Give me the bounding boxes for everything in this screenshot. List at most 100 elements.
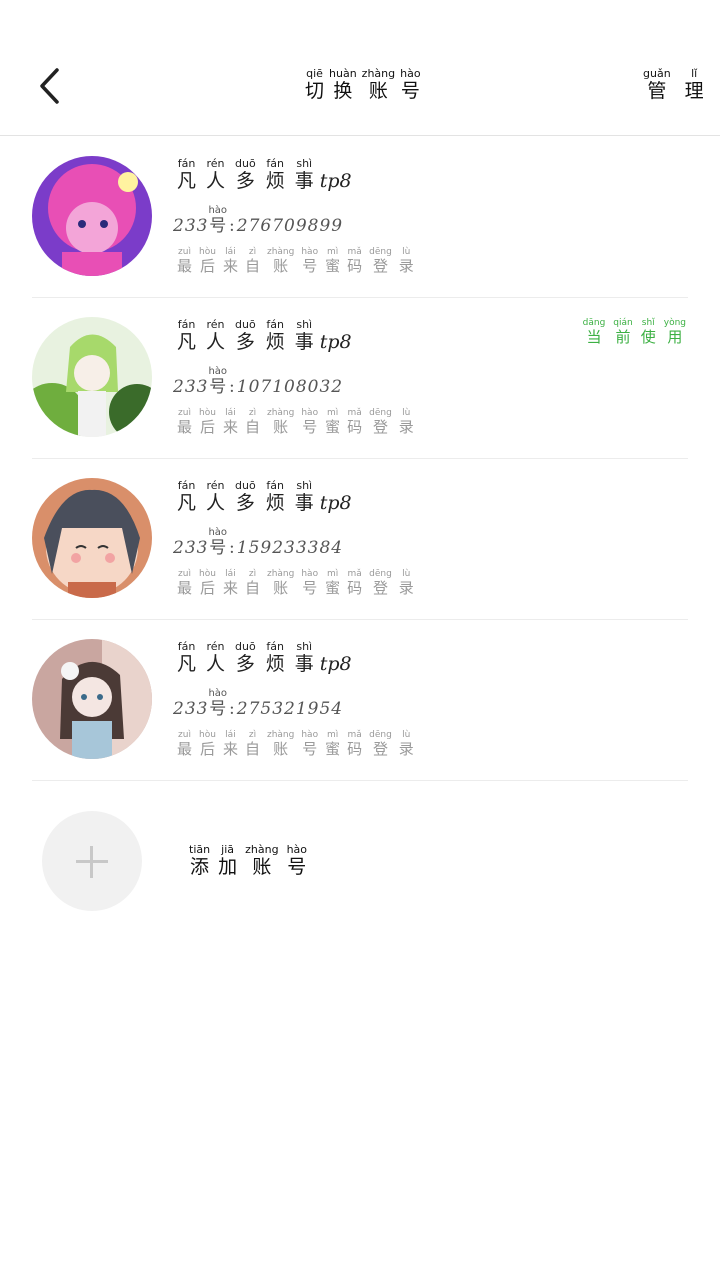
last-login-hint-char: hòu 后 (199, 730, 216, 758)
title-char: qiē 切 (305, 67, 325, 102)
last-login-hint-char: hòu 后 (199, 408, 216, 436)
uid-colon: : (229, 538, 235, 558)
uid-label-char: hào 号 (208, 366, 228, 397)
current-badge-char: dāng 当 (582, 318, 606, 346)
current-badge-char: qián 前 (613, 318, 633, 346)
account-name-char: duō 多 (235, 479, 256, 514)
last-login-hint-char: hào 号 (301, 569, 319, 597)
title-char: hào 号 (400, 67, 421, 102)
manage-char: guǎn 管 (643, 67, 671, 102)
account-name-char: fán 烦 (265, 157, 285, 192)
last-login-hint-char: zhàng 账 (266, 247, 295, 275)
account-name: fán 凡 rén 人 duō 多 fán 烦 shì 事 tp8 (177, 319, 352, 352)
last-login-hint-char: zì 自 (244, 408, 260, 436)
last-login-hint-char: zuì 最 (177, 569, 193, 597)
add-account-label: tiān 添 jiā 加 zhàng 账 hào 号 (189, 844, 315, 877)
account-row[interactable]: fán 凡 rén 人 duō 多 fán 烦 shì 事 tp8 233 hào 号 : 1071… (32, 298, 688, 459)
account-name-suffix: tp8 (319, 331, 352, 353)
account-row[interactable]: fán 凡 rén 人 duō 多 fán 烦 shì 事 tp8 233 hào 号 : 2753… (32, 620, 688, 781)
last-login-hint-char: lù 录 (398, 569, 414, 597)
account-name-char: fán 凡 (177, 479, 197, 514)
manage-button[interactable]: guǎn 管 lǐ 理 (643, 68, 718, 101)
account-name-char: rén 人 (206, 157, 226, 192)
avatar-image (32, 639, 152, 759)
avatar (32, 478, 152, 598)
uid-prefix: 233 (173, 538, 209, 558)
uid-value: 275321954 (236, 699, 344, 719)
last-login-hint-char: dēng 登 (369, 569, 392, 597)
account-row[interactable]: fán 凡 rén 人 duō 多 fán 烦 shì 事 tp8 233 hào 号 : 2767… (32, 137, 688, 298)
account-uid: 233 hào 号 : 159233384 (173, 528, 343, 557)
last-login-hint-char: dēng 登 (369, 408, 392, 436)
last-login-hint-char: zhàng 账 (266, 408, 295, 436)
account-name-suffix: tp8 (319, 170, 352, 192)
last-login-hint-char: lái 来 (222, 569, 238, 597)
last-login-hint-char: lù 录 (398, 730, 414, 758)
last-login-hint-char: zuì 最 (177, 408, 193, 436)
last-login-hint-char: mǎ 码 (347, 730, 363, 758)
uid-prefix: 233 (173, 377, 209, 397)
avatar-image (32, 317, 152, 437)
uid-label-char: hào 号 (208, 688, 228, 719)
account-name-char: shì 事 (294, 479, 314, 514)
header-bar: qiē 切 huàn 换 zhàng 账 hào 号 guǎn 管 lǐ 理 (0, 0, 720, 136)
last-login-hint-char: zhàng 账 (266, 569, 295, 597)
avatar (32, 156, 152, 276)
last-login-hint-char: dēng 登 (369, 247, 392, 275)
account-name: fán 凡 rén 人 duō 多 fán 烦 shì 事 tp8 (177, 641, 352, 674)
uid-colon: : (229, 699, 235, 719)
account-name-suffix: tp8 (319, 492, 352, 514)
switch-account-page: qiē 切 huàn 换 zhàng 账 hào 号 guǎn 管 lǐ 理 fán 凡 rén… (0, 0, 720, 1280)
last-login-hint: zuì 最 hòu 后 lái 来 zì 自 zhàng 账 hào 号 mì 蜜 mǎ 码 dēng 登 lù 录 (177, 409, 421, 435)
account-name-char: duō 多 (235, 318, 256, 353)
account-name-char: fán 凡 (177, 318, 197, 353)
last-login-hint-char: zì 自 (244, 247, 260, 275)
plus-icon (42, 811, 142, 911)
title-char: huàn 换 (329, 67, 357, 102)
uid-prefix: 233 (173, 699, 209, 719)
last-login-hint-char: hào 号 (301, 408, 319, 436)
uid-value: 276709899 (236, 216, 344, 236)
last-login-hint-char: lái 来 (222, 730, 238, 758)
page-title: qiē 切 huàn 换 zhàng 账 hào 号 (305, 68, 426, 101)
last-login-hint: zuì 最 hòu 后 lái 来 zì 自 zhàng 账 hào 号 mì 蜜 mǎ 码 dēng 登 lù 录 (177, 248, 421, 274)
uid-prefix: 233 (173, 216, 209, 236)
last-login-hint-char: zhàng 账 (266, 730, 295, 758)
add-label-char: tiān 添 (189, 843, 211, 878)
title-char: zhàng 账 (361, 67, 396, 102)
last-login-hint-char: lù 录 (398, 247, 414, 275)
account-name-char: fán 凡 (177, 640, 197, 675)
account-name-char: rén 人 (206, 479, 226, 514)
account-name-char: fán 烦 (265, 479, 285, 514)
account-uid: 233 hào 号 : 275321954 (173, 689, 343, 718)
last-login-hint: zuì 最 hòu 后 lái 来 zì 自 zhàng 账 hào 号 mì 蜜 mǎ 码 dēng 登 lù 录 (177, 731, 421, 757)
last-login-hint-char: zuì 最 (177, 730, 193, 758)
add-label-char: zhàng 账 (245, 843, 279, 878)
uid-colon: : (229, 377, 235, 397)
last-login-hint-char: hòu 后 (199, 569, 216, 597)
last-login-hint-char: mì 蜜 (325, 408, 341, 436)
add-label-char: jiā 加 (218, 843, 238, 878)
avatar (32, 317, 152, 437)
avatar (32, 639, 152, 759)
add-account-button[interactable]: tiān 添 jiā 加 zhàng 账 hào 号 (42, 811, 642, 911)
account-name-suffix: tp8 (319, 653, 352, 675)
last-login-hint-char: lù 录 (398, 408, 414, 436)
uid-colon: : (229, 216, 235, 236)
account-name-char: fán 烦 (265, 640, 285, 675)
avatar-image (32, 156, 152, 276)
account-name: fán 凡 rén 人 duō 多 fán 烦 shì 事 tp8 (177, 158, 352, 191)
uid-label-char: hào 号 (208, 527, 228, 558)
last-login-hint-char: lái 来 (222, 408, 238, 436)
current-account-badge: dāng 当 qián 前 shǐ 使 yòng 用 (575, 319, 686, 345)
account-row[interactable]: fán 凡 rén 人 duō 多 fán 烦 shì 事 tp8 233 hào 号 : 1592… (32, 459, 688, 620)
last-login-hint-char: zì 自 (244, 569, 260, 597)
back-button[interactable] (30, 64, 70, 108)
last-login-hint-char: hào 号 (301, 247, 319, 275)
last-login-hint-char: mì 蜜 (325, 569, 341, 597)
uid-value: 159233384 (236, 538, 344, 558)
account-uid: 233 hào 号 : 107108032 (173, 367, 343, 396)
add-label-char: hào 号 (286, 843, 308, 878)
account-name-char: fán 烦 (265, 318, 285, 353)
last-login-hint-char: mǎ 码 (347, 247, 363, 275)
